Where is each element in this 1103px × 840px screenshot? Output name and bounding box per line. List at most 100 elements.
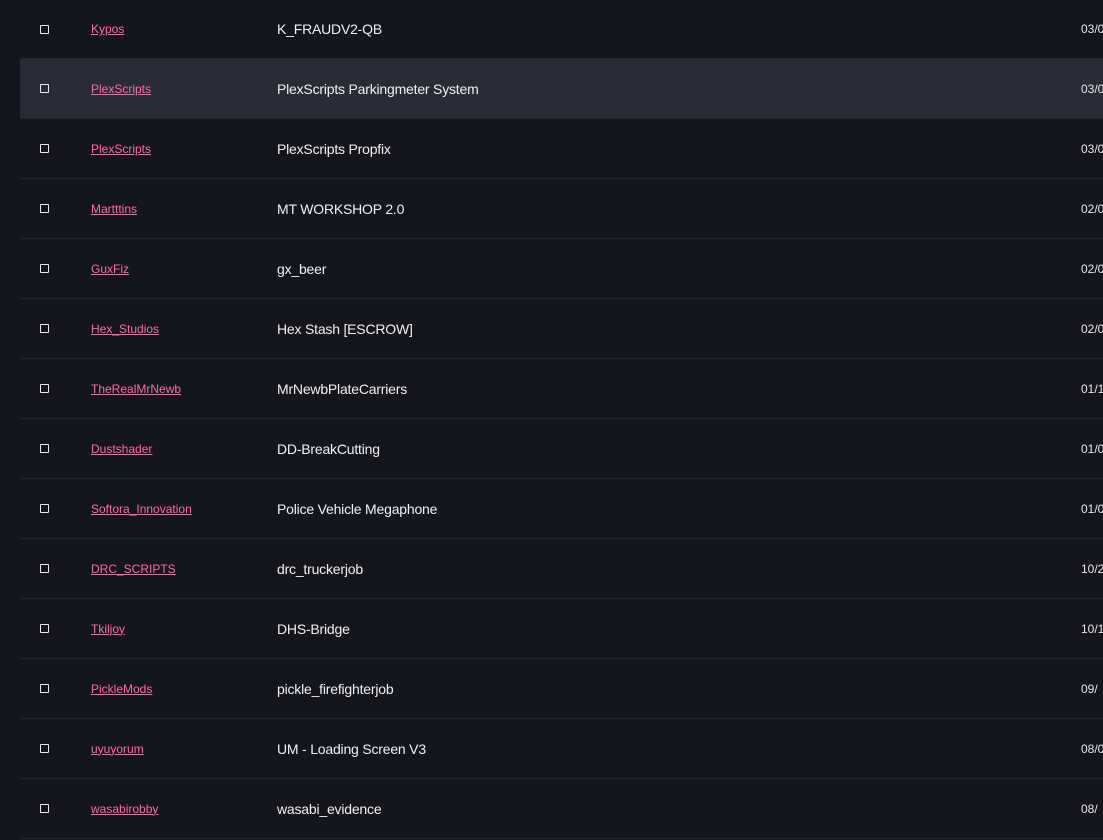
- author-cell: TheRealMrNewb: [91, 359, 181, 418]
- author-link[interactable]: GuxFiz: [91, 262, 129, 276]
- table-row[interactable]: Softora_Innovation Police Vehicle Megaph…: [20, 479, 1103, 539]
- checkbox-cell: [40, 359, 49, 418]
- row-checkbox[interactable]: [40, 624, 49, 633]
- author-link[interactable]: PlexScripts: [91, 142, 151, 156]
- author-link[interactable]: Kypos: [91, 22, 124, 36]
- row-checkbox[interactable]: [40, 324, 49, 333]
- resource-title: UM - Loading Screen V3: [277, 740, 426, 757]
- checkbox-cell: [40, 779, 49, 838]
- title-cell: DHS-Bridge: [277, 599, 350, 658]
- checkbox-cell: [40, 479, 49, 538]
- resource-date: 03/0: [1081, 81, 1103, 96]
- title-cell: pickle_firefighterjob: [277, 659, 394, 718]
- date-cell: 01/1: [1081, 359, 1103, 418]
- date-cell: 03/0: [1081, 0, 1103, 58]
- resource-date: 08/0: [1081, 741, 1103, 756]
- table-row[interactable]: uyuyorum UM - Loading Screen V3 08/0: [20, 719, 1103, 779]
- checkbox-cell: [40, 119, 49, 178]
- resource-date: 01/0: [1081, 501, 1103, 516]
- checkbox-cell: [40, 659, 49, 718]
- resource-title: drc_truckerjob: [277, 560, 363, 577]
- table-row[interactable]: Dustshader DD-BreakCutting 01/0: [20, 419, 1103, 479]
- resource-table: Kypos K_FRAUDV2-QB 03/0 PlexScripts Plex…: [20, 0, 1103, 840]
- row-checkbox[interactable]: [40, 264, 49, 273]
- row-checkbox[interactable]: [40, 684, 49, 693]
- resource-title: DHS-Bridge: [277, 620, 350, 637]
- resource-title: pickle_firefighterjob: [277, 680, 394, 697]
- title-cell: Hex Stash [ESCROW]: [277, 299, 413, 358]
- author-link[interactable]: PickleMods: [91, 682, 152, 696]
- resource-date: 10/2: [1081, 561, 1103, 576]
- resource-title: Hex Stash [ESCROW]: [277, 320, 413, 337]
- title-cell: K_FRAUDV2-QB: [277, 0, 382, 58]
- row-checkbox[interactable]: [40, 144, 49, 153]
- author-link[interactable]: uyuyorum: [91, 742, 144, 756]
- row-checkbox[interactable]: [40, 804, 49, 813]
- table-row[interactable]: GuxFiz gx_beer 02/0: [20, 239, 1103, 299]
- table-row-highlighted[interactable]: PlexScripts PlexScripts Parkingmeter Sys…: [20, 59, 1103, 119]
- author-cell: uyuyorum: [91, 719, 144, 778]
- date-cell: 10/2: [1081, 539, 1103, 598]
- author-cell: PickleMods: [91, 659, 152, 718]
- author-link[interactable]: TheRealMrNewb: [91, 382, 181, 396]
- author-cell: wasabirobby: [91, 779, 158, 838]
- table-row[interactable]: Kypos K_FRAUDV2-QB 03/0: [20, 0, 1103, 59]
- author-cell: GuxFiz: [91, 239, 129, 298]
- title-cell: UM - Loading Screen V3: [277, 719, 426, 778]
- resource-date: 01/1: [1081, 381, 1103, 396]
- checkbox-cell: [40, 299, 49, 358]
- resource-title: K_FRAUDV2-QB: [277, 21, 382, 37]
- resource-title: Police Vehicle Megaphone: [277, 500, 438, 517]
- author-link[interactable]: DRC_SCRIPTS: [91, 562, 176, 576]
- checkbox-cell: [40, 59, 49, 118]
- row-checkbox[interactable]: [40, 564, 49, 573]
- resource-date: 02/0: [1081, 261, 1103, 276]
- row-checkbox[interactable]: [40, 204, 49, 213]
- row-checkbox[interactable]: [40, 24, 49, 34]
- author-link[interactable]: Dustshader: [91, 442, 152, 456]
- title-cell: PlexScripts Propfix: [277, 119, 391, 178]
- author-link[interactable]: Softora_Innovation: [91, 502, 192, 516]
- date-cell: 02/0: [1081, 179, 1103, 238]
- row-checkbox[interactable]: [40, 384, 49, 393]
- table-row[interactable]: Martttins MT WORKSHOP 2.0 02/0: [20, 179, 1103, 239]
- table-row[interactable]: DRC_SCRIPTS drc_truckerjob 10/2: [20, 539, 1103, 599]
- resource-date: 09/: [1081, 681, 1098, 696]
- row-checkbox[interactable]: [40, 504, 49, 513]
- date-cell: 08/: [1081, 779, 1098, 838]
- author-link[interactable]: wasabirobby: [91, 802, 158, 816]
- row-checkbox[interactable]: [40, 84, 49, 93]
- table-row[interactable]: PickleMods pickle_firefighterjob 09/: [20, 659, 1103, 719]
- date-cell: 10/1: [1081, 599, 1103, 658]
- author-link[interactable]: PlexScripts: [91, 82, 151, 96]
- title-cell: wasabi_evidence: [277, 779, 382, 838]
- table-row[interactable]: Hex_Studios Hex Stash [ESCROW] 02/0: [20, 299, 1103, 359]
- title-cell: gx_beer: [277, 239, 326, 298]
- resource-date: 02/0: [1081, 201, 1103, 216]
- author-cell: Tkiljoy: [91, 599, 125, 658]
- author-link[interactable]: Hex_Studios: [91, 322, 159, 336]
- table-row[interactable]: wasabirobby wasabi_evidence 08/: [20, 779, 1103, 839]
- title-cell: PlexScripts Parkingmeter System: [277, 59, 479, 118]
- checkbox-cell: [40, 719, 49, 778]
- table-row[interactable]: Tkiljoy DHS-Bridge 10/1: [20, 599, 1103, 659]
- resource-date: 02/0: [1081, 321, 1103, 336]
- author-cell: DRC_SCRIPTS: [91, 539, 176, 598]
- author-cell: PlexScripts: [91, 59, 151, 118]
- checkbox-cell: [40, 419, 49, 478]
- resource-date: 08/: [1081, 801, 1098, 816]
- row-checkbox[interactable]: [40, 744, 49, 753]
- author-link[interactable]: Martttins: [91, 202, 137, 216]
- date-cell: 01/0: [1081, 419, 1103, 478]
- table-row[interactable]: PlexScripts PlexScripts Propfix 03/0: [20, 119, 1103, 179]
- author-cell: Martttins: [91, 179, 137, 238]
- resource-date: 03/0: [1081, 141, 1103, 156]
- title-cell: drc_truckerjob: [277, 539, 363, 598]
- row-checkbox[interactable]: [40, 444, 49, 453]
- checkbox-cell: [40, 179, 49, 238]
- title-cell: Police Vehicle Megaphone: [277, 479, 437, 538]
- checkbox-cell: [40, 239, 49, 298]
- table-row[interactable]: TheRealMrNewb MrNewbPlateCarriers 01/1: [20, 359, 1103, 419]
- author-link[interactable]: Tkiljoy: [91, 622, 125, 636]
- date-cell: 03/0: [1081, 59, 1103, 118]
